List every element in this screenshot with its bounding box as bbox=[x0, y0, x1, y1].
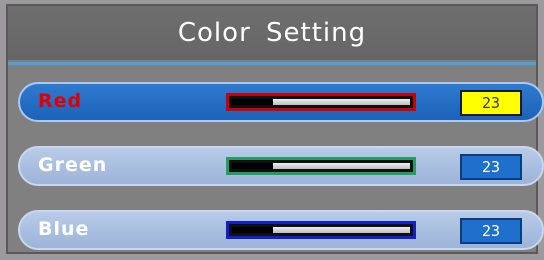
green-slider[interactable] bbox=[226, 157, 416, 175]
green-slider-track bbox=[232, 163, 410, 169]
setting-row-blue[interactable]: Blue 23 bbox=[18, 210, 544, 250]
setting-label-green: Green bbox=[38, 154, 108, 176]
page-title: Color Setting bbox=[177, 18, 367, 48]
blue-value: 23 bbox=[460, 218, 522, 244]
setting-label-red: Red bbox=[38, 90, 83, 112]
blue-slider-track bbox=[232, 227, 410, 233]
red-slider[interactable] bbox=[226, 93, 416, 111]
red-slider-track bbox=[232, 99, 410, 105]
title-divider bbox=[8, 62, 536, 65]
osd-frame: Color Setting Red 23 Green 23 Blue 23 bbox=[6, 4, 544, 254]
setting-row-red[interactable]: Red 23 bbox=[18, 82, 544, 122]
osd-panel: Color Setting Red 23 Green 23 Blue 23 bbox=[0, 0, 544, 260]
title-bar: Color Setting bbox=[8, 6, 536, 60]
blue-slider-fill bbox=[232, 227, 273, 233]
green-slider-fill bbox=[232, 163, 273, 169]
green-value: 23 bbox=[460, 154, 522, 180]
red-slider-fill bbox=[232, 99, 273, 105]
blue-slider[interactable] bbox=[226, 221, 416, 239]
setting-row-green[interactable]: Green 23 bbox=[18, 146, 544, 186]
setting-label-blue: Blue bbox=[38, 218, 90, 240]
red-value: 23 bbox=[460, 90, 522, 116]
